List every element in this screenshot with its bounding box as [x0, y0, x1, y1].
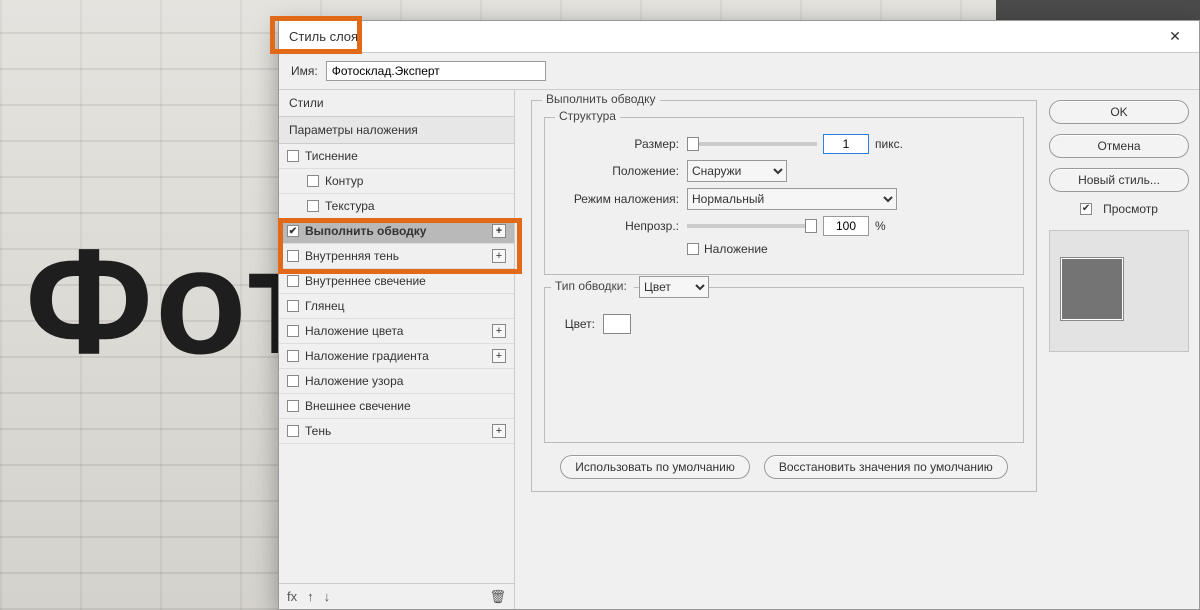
preview-label: Просмотр: [1103, 202, 1158, 216]
style-item-satin[interactable]: Глянец: [279, 294, 514, 319]
style-label-inner-glow: Внутреннее свечение: [305, 274, 426, 288]
move-up-icon[interactable]: ↑: [307, 589, 314, 604]
style-label-satin: Глянец: [305, 299, 345, 313]
preview-checkbox[interactable]: [1080, 203, 1092, 215]
new-style-button[interactable]: Новый стиль...: [1049, 168, 1189, 192]
dialog-right-column: OK Отмена Новый стиль... Просмотр: [1049, 100, 1189, 599]
size-slider[interactable]: [687, 142, 817, 146]
style-item-contour[interactable]: Контур: [279, 169, 514, 194]
color-label: Цвет:: [557, 317, 603, 331]
style-item-inner-glow[interactable]: Внутреннее свечение: [279, 269, 514, 294]
style-item-texture[interactable]: Текстура: [279, 194, 514, 219]
style-label-emboss: Тиснение: [305, 149, 358, 163]
size-input[interactable]: 1: [823, 134, 869, 154]
fx-icon[interactable]: fx: [287, 589, 297, 604]
name-label: Имя:: [291, 64, 318, 78]
blend-mode-select[interactable]: Нормальный: [687, 188, 897, 210]
size-unit: пикс.: [875, 137, 903, 151]
style-checkbox-contour[interactable]: [307, 175, 319, 187]
reset-default-button[interactable]: Восстановить значения по умолчанию: [764, 455, 1008, 479]
preview-area: [1049, 230, 1189, 352]
filltype-label: Тип обводки:: [551, 279, 634, 293]
name-row: Имя:: [279, 53, 1199, 90]
style-item-outer-glow[interactable]: Внешнее свечение: [279, 394, 514, 419]
style-label-inner-shadow: Внутренняя тень: [305, 249, 399, 263]
style-checkbox-drop-shadow[interactable]: [287, 425, 299, 437]
filltype-select[interactable]: Цвет: [639, 276, 709, 298]
style-checkbox-stroke[interactable]: [287, 225, 299, 237]
style-item-pattern-overlay[interactable]: Наложение узора: [279, 369, 514, 394]
opacity-unit: %: [875, 219, 886, 233]
close-icon[interactable]: ✕: [1161, 28, 1189, 45]
style-label-color-overlay: Наложение цвета: [305, 324, 403, 338]
blend-mode-label: Режим наложения:: [557, 192, 687, 206]
style-label-outer-glow: Внешнее свечение: [305, 399, 411, 413]
style-label-texture: Текстура: [325, 199, 375, 213]
style-label-gradient-overlay: Наложение градиента: [305, 349, 429, 363]
style-item-drop-shadow[interactable]: Тень +: [279, 419, 514, 444]
style-label-stroke: Выполнить обводку: [305, 224, 426, 238]
add-effect-drop-shadow[interactable]: +: [492, 424, 506, 438]
overprint-checkbox[interactable]: [687, 243, 699, 255]
style-checkbox-color-overlay[interactable]: [287, 325, 299, 337]
add-effect-inner-shadow[interactable]: +: [492, 249, 506, 263]
styles-header[interactable]: Стили: [279, 90, 514, 117]
style-checkbox-inner-shadow[interactable]: [287, 250, 299, 262]
styles-footer: fx ↑ ↓ 🗑: [279, 583, 514, 609]
style-checkbox-satin[interactable]: [287, 300, 299, 312]
move-down-icon[interactable]: ↓: [324, 589, 331, 604]
style-checkbox-texture[interactable]: [307, 200, 319, 212]
style-checkbox-outer-glow[interactable]: [287, 400, 299, 412]
styles-column: Стили Параметры наложения Тиснение Контур…: [279, 90, 515, 609]
trash-icon[interactable]: 🗑: [489, 589, 506, 605]
style-label-pattern-overlay: Наложение узора: [305, 374, 403, 388]
layer-style-dialog: Стиль слоя ✕ Имя: Стили Параметры наложе…: [278, 20, 1200, 610]
app-panel-strip: [996, 0, 1200, 20]
stroke-color-swatch[interactable]: [603, 314, 631, 334]
add-effect-stroke[interactable]: +: [492, 224, 506, 238]
add-effect-color-overlay[interactable]: +: [492, 324, 506, 338]
style-item-inner-shadow[interactable]: Внутренняя тень +: [279, 244, 514, 269]
add-effect-gradient-overlay[interactable]: +: [492, 349, 506, 363]
blend-options-header[interactable]: Параметры наложения: [279, 117, 514, 144]
dialog-title: Стиль слоя: [289, 29, 358, 44]
opacity-input[interactable]: 100: [823, 216, 869, 236]
style-item-emboss[interactable]: Тиснение: [279, 144, 514, 169]
cancel-button[interactable]: Отмена: [1049, 134, 1189, 158]
style-item-gradient-overlay[interactable]: Наложение градиента +: [279, 344, 514, 369]
make-default-button[interactable]: Использовать по умолчанию: [560, 455, 750, 479]
stroke-panel-title: Выполнить обводку: [542, 92, 660, 106]
size-label: Размер:: [557, 137, 687, 151]
style-checkbox-pattern-overlay[interactable]: [287, 375, 299, 387]
name-input[interactable]: [326, 61, 546, 81]
dialog-titlebar: Стиль слоя ✕: [279, 21, 1199, 53]
position-select[interactable]: Снаружи: [687, 160, 787, 182]
opacity-slider[interactable]: [687, 224, 817, 228]
preview-swatch: [1060, 257, 1124, 321]
style-item-color-overlay[interactable]: Наложение цвета +: [279, 319, 514, 344]
style-checkbox-gradient-overlay[interactable]: [287, 350, 299, 362]
structure-legend: Структура: [555, 109, 620, 123]
style-label-contour: Контур: [325, 174, 363, 188]
position-label: Положение:: [557, 164, 687, 178]
style-checkbox-inner-glow[interactable]: [287, 275, 299, 287]
ok-button[interactable]: OK: [1049, 100, 1189, 124]
overprint-label: Наложение: [704, 242, 768, 256]
style-item-stroke[interactable]: Выполнить обводку +: [279, 219, 514, 244]
style-checkbox-emboss[interactable]: [287, 150, 299, 162]
stroke-panel: Выполнить обводку Структура Размер: 1 пи…: [531, 100, 1037, 492]
opacity-label: Непрозр.:: [557, 219, 687, 233]
style-label-drop-shadow: Тень: [305, 424, 331, 438]
